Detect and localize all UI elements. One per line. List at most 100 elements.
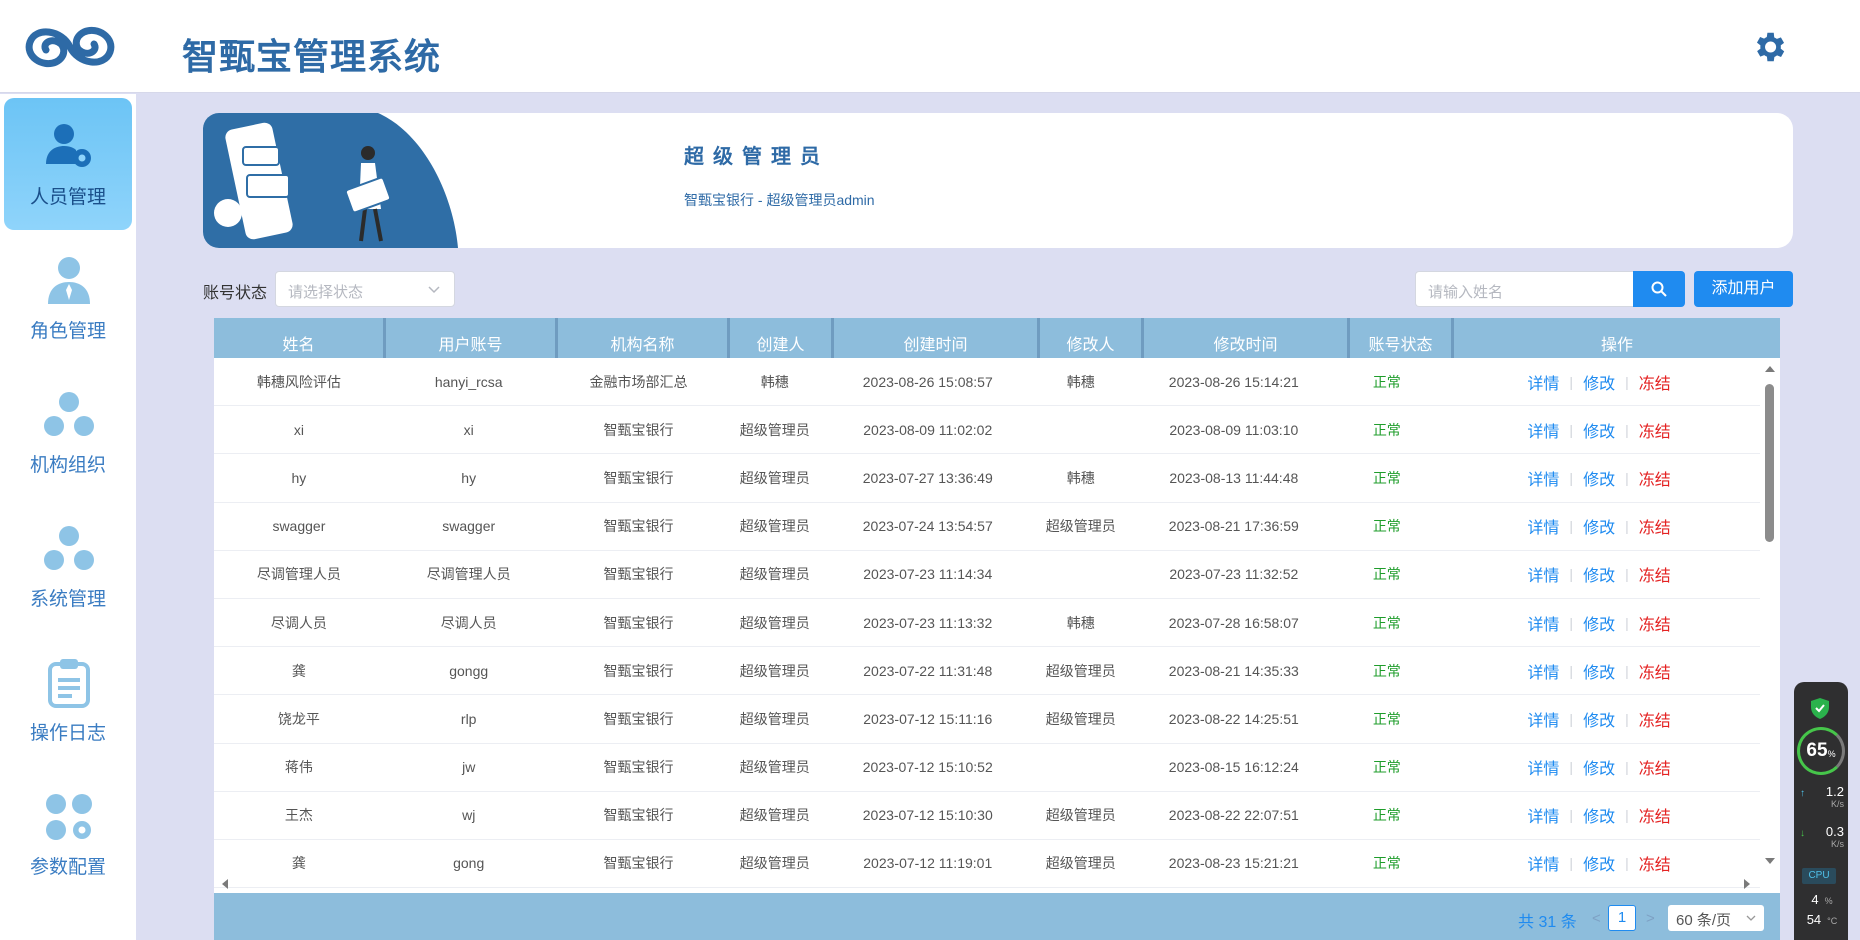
page-size-select[interactable]: 60 条/页 [1668, 905, 1764, 931]
freeze-link[interactable]: 冻结 [1639, 466, 1671, 490]
column-header[interactable]: 机构名称 [558, 318, 730, 358]
table-row[interactable]: 蒋伟 jw 智甄宝银行 超级管理员 2023-07-12 15:10:52 2023-08… [214, 744, 1760, 792]
cell-creator: 超级管理员 [739, 855, 810, 872]
freeze-link[interactable]: 冻结 [1639, 659, 1671, 683]
status-select[interactable]: 请选择状态 [275, 271, 455, 307]
sidebar-item-logs[interactable]: 操作日志 [4, 634, 132, 766]
scroll-up-arrow-icon[interactable] [1765, 366, 1775, 372]
cell-creator: 超级管理员 [739, 469, 810, 486]
scroll-down-arrow-icon[interactable] [1765, 858, 1775, 864]
action-divider: | [1625, 855, 1629, 872]
edit-link[interactable]: 修改 [1583, 755, 1615, 779]
table-row[interactable]: 尽调管理人员 尽调管理人员 智甄宝银行 超级管理员 2023-07-23 11:14:3… [214, 551, 1760, 599]
table-row[interactable]: 龚 gong 智甄宝银行 超级管理员 2023-07-12 11:19:01 超级管理员 2… [214, 840, 1760, 889]
detail-link[interactable]: 详情 [1527, 851, 1559, 875]
freeze-link[interactable]: 冻结 [1639, 514, 1671, 538]
action-divider: | [1625, 807, 1629, 824]
detail-link[interactable]: 详情 [1527, 755, 1559, 779]
vertical-scrollbar[interactable] [1762, 366, 1776, 864]
system-monitor-widget[interactable]: 65% ↑ 1.2 K/s ↓ 0.3 K/s CPU 4% 54 °C [1794, 682, 1848, 940]
cell-status: 正常 [1372, 662, 1401, 679]
column-header[interactable]: 用户账号 [386, 318, 558, 358]
edit-link[interactable]: 修改 [1583, 851, 1615, 875]
sidebar-item-system[interactable]: 系统管理 [4, 500, 132, 632]
freeze-link[interactable]: 冻结 [1639, 370, 1671, 394]
cell-account: jw [462, 759, 476, 776]
edit-link[interactable]: 修改 [1583, 803, 1615, 827]
sidebar-item-label: 角色管理 [29, 321, 106, 342]
freeze-link[interactable]: 冻结 [1639, 418, 1671, 442]
table-row[interactable]: 韩穗风险评估 hanyi_rcsa 金融市场部汇总 韩穗 2023-08-26 15:0… [214, 358, 1760, 407]
freeze-link[interactable]: 冻结 [1639, 611, 1671, 635]
action-divider: | [1625, 710, 1629, 727]
next-page-button[interactable]: > [1646, 910, 1655, 927]
edit-link[interactable]: 修改 [1583, 659, 1615, 683]
table-row[interactable]: 龚 gongg 智甄宝银行 超级管理员 2023-07-22 11:31:48 超级管理员… [214, 647, 1760, 696]
column-header[interactable]: 创建人 [730, 318, 834, 358]
table-row[interactable]: hy hy 智甄宝银行 超级管理员 2023-07-27 13:36:49 韩穗 2023-… [214, 454, 1760, 503]
detail-link[interactable]: 详情 [1527, 514, 1559, 538]
cell-actions: 详情 | 修改 | 冻结 [1438, 370, 1760, 394]
column-header[interactable]: 姓名 [214, 318, 386, 358]
detail-link[interactable]: 详情 [1527, 418, 1559, 442]
edit-link[interactable]: 修改 [1583, 611, 1615, 635]
detail-link[interactable]: 详情 [1527, 611, 1559, 635]
edit-link[interactable]: 修改 [1583, 562, 1615, 586]
table-row[interactable]: 尽调人员 尽调人员 智甄宝银行 超级管理员 2023-07-23 11:13:32 韩穗 2… [214, 599, 1760, 648]
sidebar-item-roles[interactable]: 角色管理 [4, 232, 132, 364]
action-divider: | [1625, 614, 1629, 631]
memory-usage-value: 65 [1806, 740, 1828, 761]
edit-link[interactable]: 修改 [1583, 514, 1615, 538]
detail-link[interactable]: 详情 [1527, 803, 1559, 827]
edit-link[interactable]: 修改 [1583, 466, 1615, 490]
freeze-link[interactable]: 冻结 [1639, 707, 1671, 731]
table-row[interactable]: xi xi 智甄宝银行 超级管理员 2023-08-09 11:02:02 2023-08… [214, 406, 1760, 455]
sidebar-item-params[interactable]: 参数配置 [4, 768, 132, 900]
detail-link[interactable]: 详情 [1527, 370, 1559, 394]
add-user-button[interactable]: 添加用户 [1694, 271, 1793, 307]
cell-name: 蒋伟 [284, 759, 313, 776]
table-row[interactable]: 王杰 wj 智甄宝银行 超级管理员 2023-07-12 15:10:30 超级管理员 20… [214, 792, 1760, 840]
sidebar-item-organization[interactable]: 机构组织 [4, 366, 132, 498]
edit-link[interactable]: 修改 [1583, 370, 1615, 394]
freeze-link[interactable]: 冻结 [1639, 562, 1671, 586]
cell-creator: 超级管理员 [739, 518, 810, 535]
action-divider: | [1569, 662, 1574, 679]
column-header[interactable]: 账号状态 [1350, 318, 1454, 358]
edit-link[interactable]: 修改 [1583, 707, 1615, 731]
scroll-left-arrow-icon[interactable] [222, 879, 228, 889]
cell-account: wj [462, 807, 476, 824]
table-row[interactable]: 饶龙平 rlp 智甄宝银行 超级管理员 2023-07-12 15:11:16 超级管理员… [214, 695, 1760, 744]
column-header[interactable]: 创建时间 [834, 318, 1040, 358]
name-search-input[interactable]: 请输入姓名 [1415, 271, 1633, 307]
page-number-current[interactable]: 1 [1608, 905, 1636, 931]
cell-creator: 超级管理员 [739, 759, 810, 776]
table-row[interactable]: swagger swagger 智甄宝银行 超级管理员 2023-07-24 13:54… [214, 503, 1760, 551]
freeze-link[interactable]: 冻结 [1639, 851, 1671, 875]
cell-account: xi [463, 421, 474, 438]
cell-creator: 超级管理员 [739, 614, 810, 631]
column-header[interactable]: 修改时间 [1144, 318, 1350, 358]
detail-link[interactable]: 详情 [1527, 707, 1559, 731]
freeze-link[interactable]: 冻结 [1639, 755, 1671, 779]
cell-modified: 2023-07-28 16:58:07 [1168, 614, 1299, 631]
scrollbar-thumb[interactable] [1765, 384, 1774, 542]
edit-link[interactable]: 修改 [1583, 418, 1615, 442]
action-divider: | [1569, 518, 1574, 535]
settings-gear-icon[interactable] [1750, 28, 1788, 66]
cell-name: 尽调管理人员 [256, 566, 341, 583]
cell-account: gongg [449, 662, 489, 679]
search-button[interactable] [1633, 271, 1685, 307]
prev-page-button[interactable]: < [1592, 910, 1601, 927]
detail-link[interactable]: 详情 [1527, 659, 1559, 683]
download-unit: K/s [1830, 839, 1844, 849]
detail-link[interactable]: 详情 [1527, 466, 1559, 490]
detail-link[interactable]: 详情 [1527, 562, 1559, 586]
column-header[interactable]: 修改人 [1040, 318, 1144, 358]
role-title: 超级管理员 [684, 146, 829, 168]
app-title: 智甄宝管理系统 [182, 37, 442, 78]
status-select-placeholder: 请选择状态 [288, 284, 364, 301]
scroll-right-arrow-icon[interactable] [1744, 879, 1750, 889]
freeze-link[interactable]: 冻结 [1639, 803, 1671, 827]
sidebar-item-personnel[interactable]: 人员管理 [4, 98, 132, 230]
